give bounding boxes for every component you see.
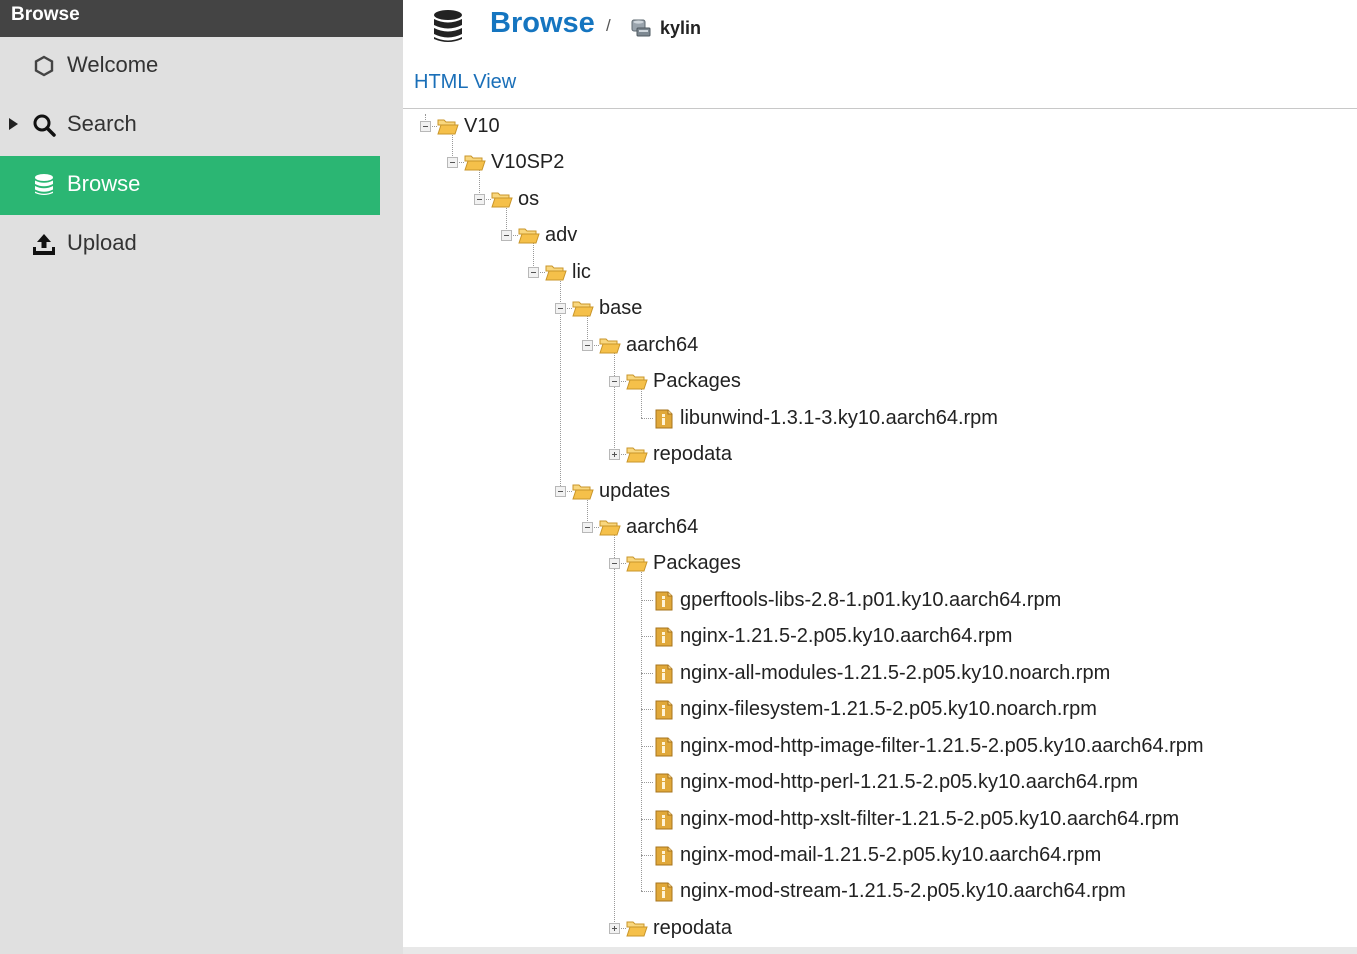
rpm-file-icon [653, 591, 675, 611]
tree-guide-line [641, 387, 642, 418]
collapse-toggle[interactable] [609, 558, 620, 570]
tree-node-label[interactable]: Packages [653, 549, 741, 577]
folder-open-icon [626, 372, 648, 390]
tree-node-label[interactable]: nginx-mod-stream-1.21.5-2.p05.ky10.aarch… [680, 877, 1126, 905]
expand-arrow-icon[interactable] [9, 118, 18, 130]
folder-open-icon [491, 190, 513, 208]
rpm-file-icon [653, 846, 675, 866]
rpm-file-icon [653, 773, 675, 793]
tree-guide-line [614, 350, 615, 455]
tree-node-label[interactable]: nginx-filesystem-1.21.5-2.p05.ky10.noarc… [680, 695, 1097, 723]
tree-node-label[interactable]: libunwind-1.3.1-3.ky10.aarch64.rpm [680, 404, 998, 432]
tree-node-label[interactable]: V10 [464, 112, 500, 140]
sidebar-item-label: Welcome [67, 52, 159, 77]
folder-open-icon [437, 117, 459, 135]
database-icon [32, 173, 56, 197]
tree-node-label[interactable]: adv [545, 221, 577, 249]
sidebar-item-label: Upload [67, 230, 137, 255]
collapse-toggle[interactable] [420, 121, 431, 132]
tree-node-label[interactable]: aarch64 [626, 513, 698, 541]
tree-node-label[interactable]: nginx-all-modules-1.21.5-2.p05.ky10.noar… [680, 659, 1110, 687]
file-tree: V10 V10SP2 os adv lic base aarch64 Packages libu… [403, 0, 1357, 954]
folder-open-icon [518, 226, 540, 244]
tree-node-label[interactable]: nginx-mod-http-image-filter-1.21.5-2.p05… [680, 732, 1204, 760]
upload-icon [32, 232, 56, 256]
tree-node-label[interactable]: aarch64 [626, 331, 698, 359]
tree-guide-line [641, 569, 642, 892]
collapse-toggle[interactable] [582, 339, 593, 351]
tree-node-label[interactable]: repodata [653, 440, 732, 468]
rpm-file-icon [653, 810, 675, 830]
collapse-toggle[interactable] [582, 521, 593, 533]
tree-node-label[interactable]: nginx-1.21.5-2.p05.ky10.aarch64.rpm [680, 622, 1012, 650]
tree-node-label[interactable]: nginx-mod-http-perl-1.21.5-2.p05.ky10.aa… [680, 768, 1138, 796]
main-panel: Browse / kylin HTML View V10 V10SP2 os adv l… [403, 0, 1357, 954]
tree-connector [641, 672, 653, 674]
search-icon [32, 113, 56, 137]
folder-open-icon [464, 153, 486, 171]
collapse-toggle[interactable] [609, 376, 620, 388]
tree-node-label[interactable]: nginx-mod-http-xslt-filter-1.21.5-2.p05.… [680, 805, 1179, 833]
tree-guide-line [614, 532, 615, 928]
tree-node-label[interactable]: gperftools-libs-2.8-1.p01.ky10.aarch64.r… [680, 586, 1061, 614]
collapse-toggle[interactable] [555, 485, 566, 497]
folder-open-icon [626, 554, 648, 572]
folder-open-icon [599, 518, 621, 536]
tree-node-label[interactable]: lic [572, 258, 591, 286]
sidebar-item-search[interactable]: Search [0, 96, 380, 155]
sidebar-item-browse[interactable]: Browse [0, 156, 380, 215]
tree-node-label[interactable]: updates [599, 477, 670, 505]
folder-open-icon [572, 482, 594, 500]
hexagon-icon [32, 54, 56, 78]
tree-connector [641, 636, 653, 638]
tree-node-label[interactable]: nginx-mod-mail-1.21.5-2.p05.ky10.aarch64… [680, 841, 1101, 869]
folder-open-icon [599, 336, 621, 354]
rpm-file-icon [653, 700, 675, 720]
expand-toggle[interactable] [609, 922, 620, 934]
bottom-scrollbar-track [403, 947, 1357, 954]
tree-connector [641, 855, 653, 856]
tree-node-label[interactable]: V10SP2 [491, 148, 564, 176]
tree-connector [641, 891, 653, 893]
sidebar-header: Browse [0, 0, 403, 37]
collapse-toggle[interactable] [528, 266, 539, 278]
tree-connector [641, 417, 653, 419]
sidebar-item-label: Search [67, 111, 137, 136]
rpm-file-icon [653, 409, 675, 429]
rpm-file-icon [653, 664, 675, 684]
tree-connector [641, 745, 653, 747]
sidebar-item-welcome[interactable]: Welcome [0, 37, 380, 96]
collapse-toggle[interactable] [501, 230, 512, 242]
folder-open-icon [626, 919, 648, 937]
expand-toggle[interactable] [609, 449, 620, 461]
tree-node-label[interactable]: os [518, 185, 539, 213]
collapse-toggle[interactable] [555, 303, 566, 315]
folder-open-icon [572, 299, 594, 317]
rpm-file-icon [653, 882, 675, 902]
sidebar: Browse Welcome Search Browse Upload [0, 0, 403, 954]
tree-connector [641, 782, 653, 784]
sidebar-item-upload[interactable]: Upload [0, 215, 380, 274]
collapse-toggle[interactable] [474, 193, 485, 205]
rpm-file-icon [653, 737, 675, 757]
tree-node-label[interactable]: Packages [653, 367, 741, 395]
rpm-file-icon [653, 627, 675, 647]
collapse-toggle[interactable] [447, 157, 458, 169]
sidebar-item-label: Browse [67, 171, 141, 196]
tree-node-label[interactable]: base [599, 294, 642, 322]
folder-open-icon [626, 445, 648, 463]
tree-connector [641, 709, 653, 711]
folder-open-icon [545, 263, 567, 281]
tree-connector [641, 818, 653, 820]
tree-node-label[interactable]: repodata [653, 914, 732, 942]
tree-connector [641, 599, 653, 601]
